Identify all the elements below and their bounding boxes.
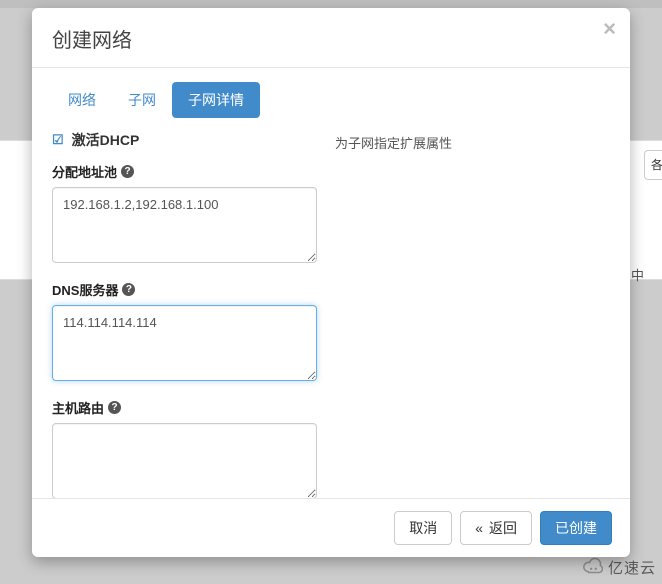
close-button[interactable]: ×: [603, 18, 616, 40]
tab-network[interactable]: 网络: [52, 82, 112, 118]
dns-servers-group: DNS服务器 ?: [52, 280, 317, 384]
modal-body: 网络 子网 子网详情 ☑ 激活DHCP 分配地址池 ?: [32, 68, 630, 498]
checkbox-checked-icon: ☑: [52, 132, 64, 148]
dhcp-label: 激活DHCP: [72, 130, 140, 150]
logo-text: 亿速云: [608, 557, 656, 578]
modal-title: 创建网络: [52, 24, 610, 53]
dns-servers-label: DNS服务器 ?: [52, 280, 317, 299]
cancel-button[interactable]: 取消: [394, 511, 452, 545]
footer-logo: 亿速云: [582, 556, 656, 578]
allocation-pools-label: 分配地址池 ?: [52, 162, 317, 181]
chevron-left-icon: «: [475, 520, 483, 536]
bg-topbar: [0, 0, 662, 8]
form-left-column: ☑ 激活DHCP 分配地址池 ? DNS服务器 ?: [52, 130, 317, 498]
create-network-modal: 创建网络 × 网络 子网 子网详情 ☑ 激活DHCP 分配地址池 ?: [32, 8, 630, 557]
host-routes-input[interactable]: [52, 423, 317, 498]
help-icon[interactable]: ?: [121, 165, 134, 178]
dns-servers-input[interactable]: [52, 305, 317, 381]
tab-subnet[interactable]: 子网: [112, 82, 172, 118]
form-right-column: 为子网指定扩展属性: [335, 130, 610, 498]
help-icon[interactable]: ?: [122, 283, 135, 296]
host-routes-label: 主机路由 ?: [52, 398, 317, 417]
bg-partial-button: 各: [644, 150, 662, 180]
allocation-pools-group: 分配地址池 ?: [52, 162, 317, 266]
bg-partial-text: 中: [631, 265, 644, 284]
modal-header: 创建网络 ×: [32, 8, 630, 68]
cloud-icon: [582, 556, 604, 578]
submit-button[interactable]: 已创建: [540, 511, 612, 545]
form-columns: ☑ 激活DHCP 分配地址池 ? DNS服务器 ?: [52, 130, 610, 498]
modal-footer: 取消 « 返回 已创建: [32, 498, 630, 557]
tab-subnet-details[interactable]: 子网详情: [172, 82, 260, 118]
enable-dhcp-checkbox[interactable]: ☑ 激活DHCP: [52, 130, 317, 150]
allocation-pools-input[interactable]: [52, 187, 317, 263]
host-routes-group: 主机路由 ?: [52, 398, 317, 498]
back-button[interactable]: « 返回: [460, 511, 532, 545]
help-icon[interactable]: ?: [108, 401, 121, 414]
wizard-tabs: 网络 子网 子网详情: [52, 82, 610, 118]
help-description: 为子网指定扩展属性: [335, 133, 610, 152]
